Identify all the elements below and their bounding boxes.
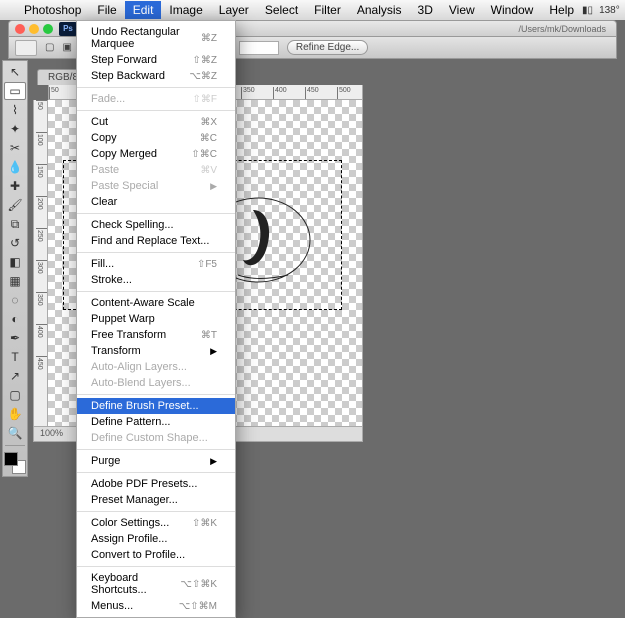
- menu-filter[interactable]: Filter: [306, 1, 349, 19]
- path-hint: /Users/mk/Downloads: [518, 24, 606, 34]
- menu-item-free-transform[interactable]: Free Transform⌘T: [77, 327, 235, 343]
- menu-photoshop[interactable]: Photoshop: [16, 1, 89, 19]
- menu-item-fill[interactable]: Fill...⇧F5: [77, 256, 235, 272]
- menu-window[interactable]: Window: [483, 1, 542, 19]
- menu-file[interactable]: File: [89, 1, 124, 19]
- battery-icon: ▮▯: [582, 5, 593, 16]
- ps-logo: Ps: [59, 22, 77, 36]
- tool-hand[interactable]: ✋: [4, 405, 26, 423]
- menu-item-fade: Fade...⇧⌘F: [77, 91, 235, 107]
- menu-analysis[interactable]: Analysis: [349, 1, 410, 19]
- window-zoom[interactable]: [43, 24, 53, 34]
- menu-item-adobe-pdf-presets[interactable]: Adobe PDF Presets...: [77, 476, 235, 492]
- tool-dodge[interactable]: ◐: [4, 310, 26, 328]
- menu-item-copy[interactable]: Copy⌘C: [77, 130, 235, 146]
- menubar-right: ▮▯ 138° 🔍: [582, 5, 625, 16]
- tool-brush[interactable]: 🖌: [4, 196, 26, 214]
- menu-3d[interactable]: 3D: [410, 1, 441, 19]
- tool-zoom[interactable]: 🔍: [4, 424, 26, 442]
- menu-item-cut[interactable]: Cut⌘X: [77, 114, 235, 130]
- menu-item-purge[interactable]: Purge▶: [77, 453, 235, 469]
- tool-gradient[interactable]: ▦: [4, 272, 26, 290]
- menu-layer[interactable]: Layer: [211, 1, 257, 19]
- tool-lasso[interactable]: ⌇: [4, 101, 26, 119]
- menu-item-puppet-warp[interactable]: Puppet Warp: [77, 311, 235, 327]
- tool-crop[interactable]: ✂: [4, 139, 26, 157]
- marquee-add-icon[interactable]: ▣: [62, 42, 71, 53]
- menu-item-stroke[interactable]: Stroke...: [77, 272, 235, 288]
- color-swatches[interactable]: [4, 452, 26, 474]
- menu-item-color-settings[interactable]: Color Settings...⇧⌘K: [77, 515, 235, 531]
- menu-item-auto-align-layers: Auto-Align Layers...: [77, 359, 235, 375]
- menu-edit[interactable]: Edit: [125, 1, 162, 19]
- menu-item-clear[interactable]: Clear: [77, 194, 235, 210]
- menu-item-find-and-replace-text[interactable]: Find and Replace Text...: [77, 233, 235, 249]
- window-close[interactable]: [15, 24, 25, 34]
- tool-path[interactable]: ↗: [4, 367, 26, 385]
- ruler-vertical: 50100150200250300350400450: [33, 100, 48, 427]
- menu-item-paste-special: Paste Special▶: [77, 178, 235, 194]
- menu-item-copy-merged[interactable]: Copy Merged⇧⌘C: [77, 146, 235, 162]
- menu-item-step-backward[interactable]: Step Backward⌥⌘Z: [77, 68, 235, 84]
- menu-item-define-custom-shape: Define Custom Shape...: [77, 430, 235, 446]
- menu-item-check-spelling[interactable]: Check Spelling...: [77, 217, 235, 233]
- fg-swatch[interactable]: [4, 452, 18, 466]
- tool-move[interactable]: ↖: [4, 63, 26, 81]
- tool-type[interactable]: T: [4, 348, 26, 366]
- height-input[interactable]: [239, 41, 279, 55]
- menu-item-transform[interactable]: Transform▶: [77, 343, 235, 359]
- tool-marquee[interactable]: ▭: [4, 82, 26, 100]
- menu-help[interactable]: Help: [541, 1, 582, 19]
- tools-panel: ↖▭⌇✦✂💧✚🖌⧉↺◧▦◌◐✒T↗▢✋🔍: [2, 60, 28, 477]
- menu-item-define-pattern[interactable]: Define Pattern...: [77, 414, 235, 430]
- tool-history[interactable]: ↺: [4, 234, 26, 252]
- menu-item-preset-manager[interactable]: Preset Manager...: [77, 492, 235, 508]
- menu-item-keyboard-shortcuts[interactable]: Keyboard Shortcuts...⌥⇧⌘K: [77, 570, 235, 598]
- refine-edge-button[interactable]: Refine Edge...: [287, 40, 368, 55]
- tool-heal[interactable]: ✚: [4, 177, 26, 195]
- menu-item-undo-rectangular-marquee[interactable]: Undo Rectangular Marquee⌘Z: [77, 24, 235, 52]
- tool-pen[interactable]: ✒: [4, 329, 26, 347]
- mac-menubar: Photoshop File Edit Image Layer Select F…: [0, 0, 625, 20]
- menu-select[interactable]: Select: [257, 1, 306, 19]
- menu-item-step-forward[interactable]: Step Forward⇧⌘Z: [77, 52, 235, 68]
- tool-stamp[interactable]: ⧉: [4, 215, 26, 233]
- tool-shape[interactable]: ▢: [4, 386, 26, 404]
- menu-image[interactable]: Image: [161, 1, 210, 19]
- edit-dropdown: Undo Rectangular Marquee⌘ZStep Forward⇧⌘…: [76, 20, 236, 618]
- menu-item-menus[interactable]: Menus...⌥⇧⌘M: [77, 598, 235, 614]
- menu-item-define-brush-preset[interactable]: Define Brush Preset...: [77, 398, 235, 414]
- menu-item-auto-blend-layers: Auto-Blend Layers...: [77, 375, 235, 391]
- tool-wand[interactable]: ✦: [4, 120, 26, 138]
- menu-item-paste: Paste⌘V: [77, 162, 235, 178]
- menu-item-content-aware-scale[interactable]: Content-Aware Scale: [77, 295, 235, 311]
- marquee-new-icon[interactable]: ▢: [45, 42, 54, 53]
- tool-preset-picker[interactable]: [15, 40, 37, 56]
- menu-view[interactable]: View: [441, 1, 483, 19]
- tool-eraser[interactable]: ◧: [4, 253, 26, 271]
- temp-indicator: 138°: [599, 5, 620, 16]
- window-minimize[interactable]: [29, 24, 39, 34]
- tool-blur[interactable]: ◌: [4, 291, 26, 309]
- tool-eyedrop[interactable]: 💧: [4, 158, 26, 176]
- menu-item-convert-to-profile[interactable]: Convert to Profile...: [77, 547, 235, 563]
- menu-item-assign-profile[interactable]: Assign Profile...: [77, 531, 235, 547]
